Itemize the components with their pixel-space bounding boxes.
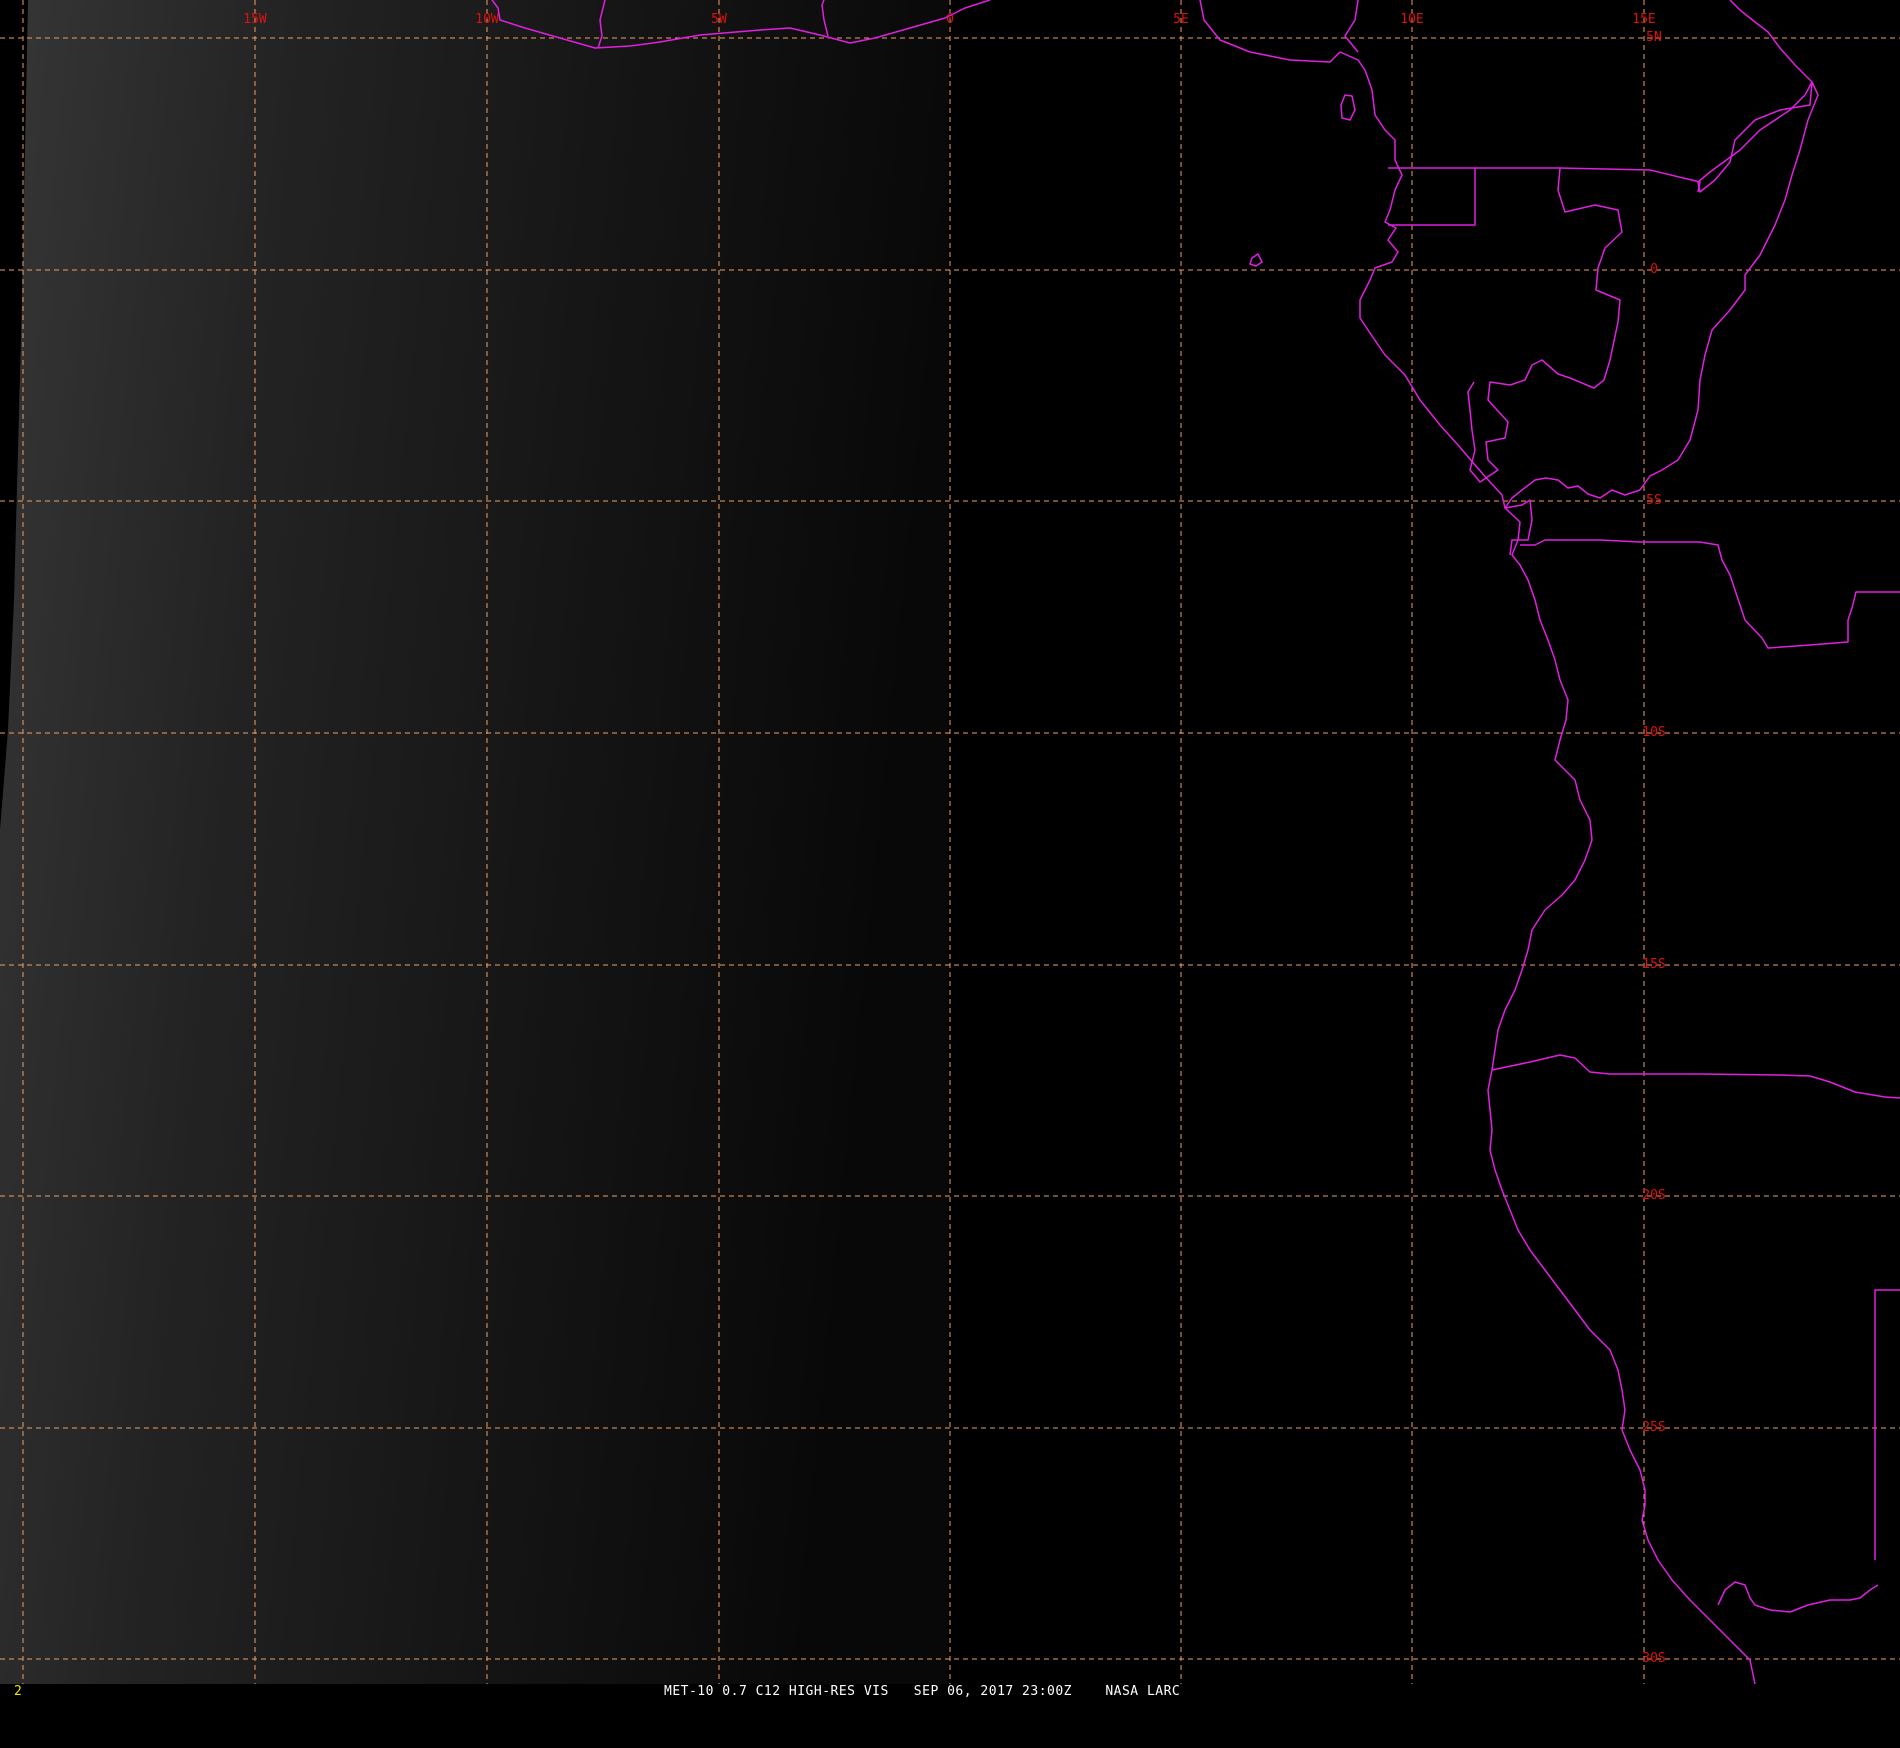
- frame-number: 2: [14, 1684, 22, 1699]
- twilight-shading: [0, 0, 948, 1684]
- lon-label-5w: 5W: [711, 12, 727, 27]
- lon-label-10e: 10E: [1400, 12, 1423, 27]
- lat-label-15s: 15S: [1642, 957, 1665, 972]
- image-caption: MET-10 0.7 C12 HIGH-RES VIS SEP 06, 2017…: [664, 1684, 1181, 1699]
- lat-label-25s: 25S: [1642, 1420, 1665, 1435]
- lon-label-15e: 15E: [1632, 12, 1655, 27]
- status-bar: 2 MET-10 0.7 C12 HIGH-RES VIS SEP 06, 20…: [0, 1684, 1900, 1700]
- lon-label-15w: 15W: [243, 12, 267, 27]
- map-canvas: 15W 10W 5W 0 5E 10E 15E5N05S10S15S20S25S30S: [0, 0, 1900, 1685]
- lon-label-5e: 5E: [1173, 12, 1189, 27]
- lat-label-5s: 5S: [1646, 493, 1662, 508]
- lat-label-20s: 20S: [1642, 1188, 1665, 1203]
- lon-label-10w: 10W: [475, 12, 499, 27]
- lat-label-10s: 10S: [1642, 725, 1665, 740]
- lat-label-30s: 30S: [1642, 1651, 1665, 1666]
- satellite-image-viewer: 15W 10W 5W 0 5E 10E 15E 5N 0 5S 10S 15S 20S 25S 30S 2 …: [0, 0, 1900, 1700]
- lat-label-0: 0: [1650, 262, 1658, 277]
- lat-label-5n: 5N: [1646, 30, 1662, 45]
